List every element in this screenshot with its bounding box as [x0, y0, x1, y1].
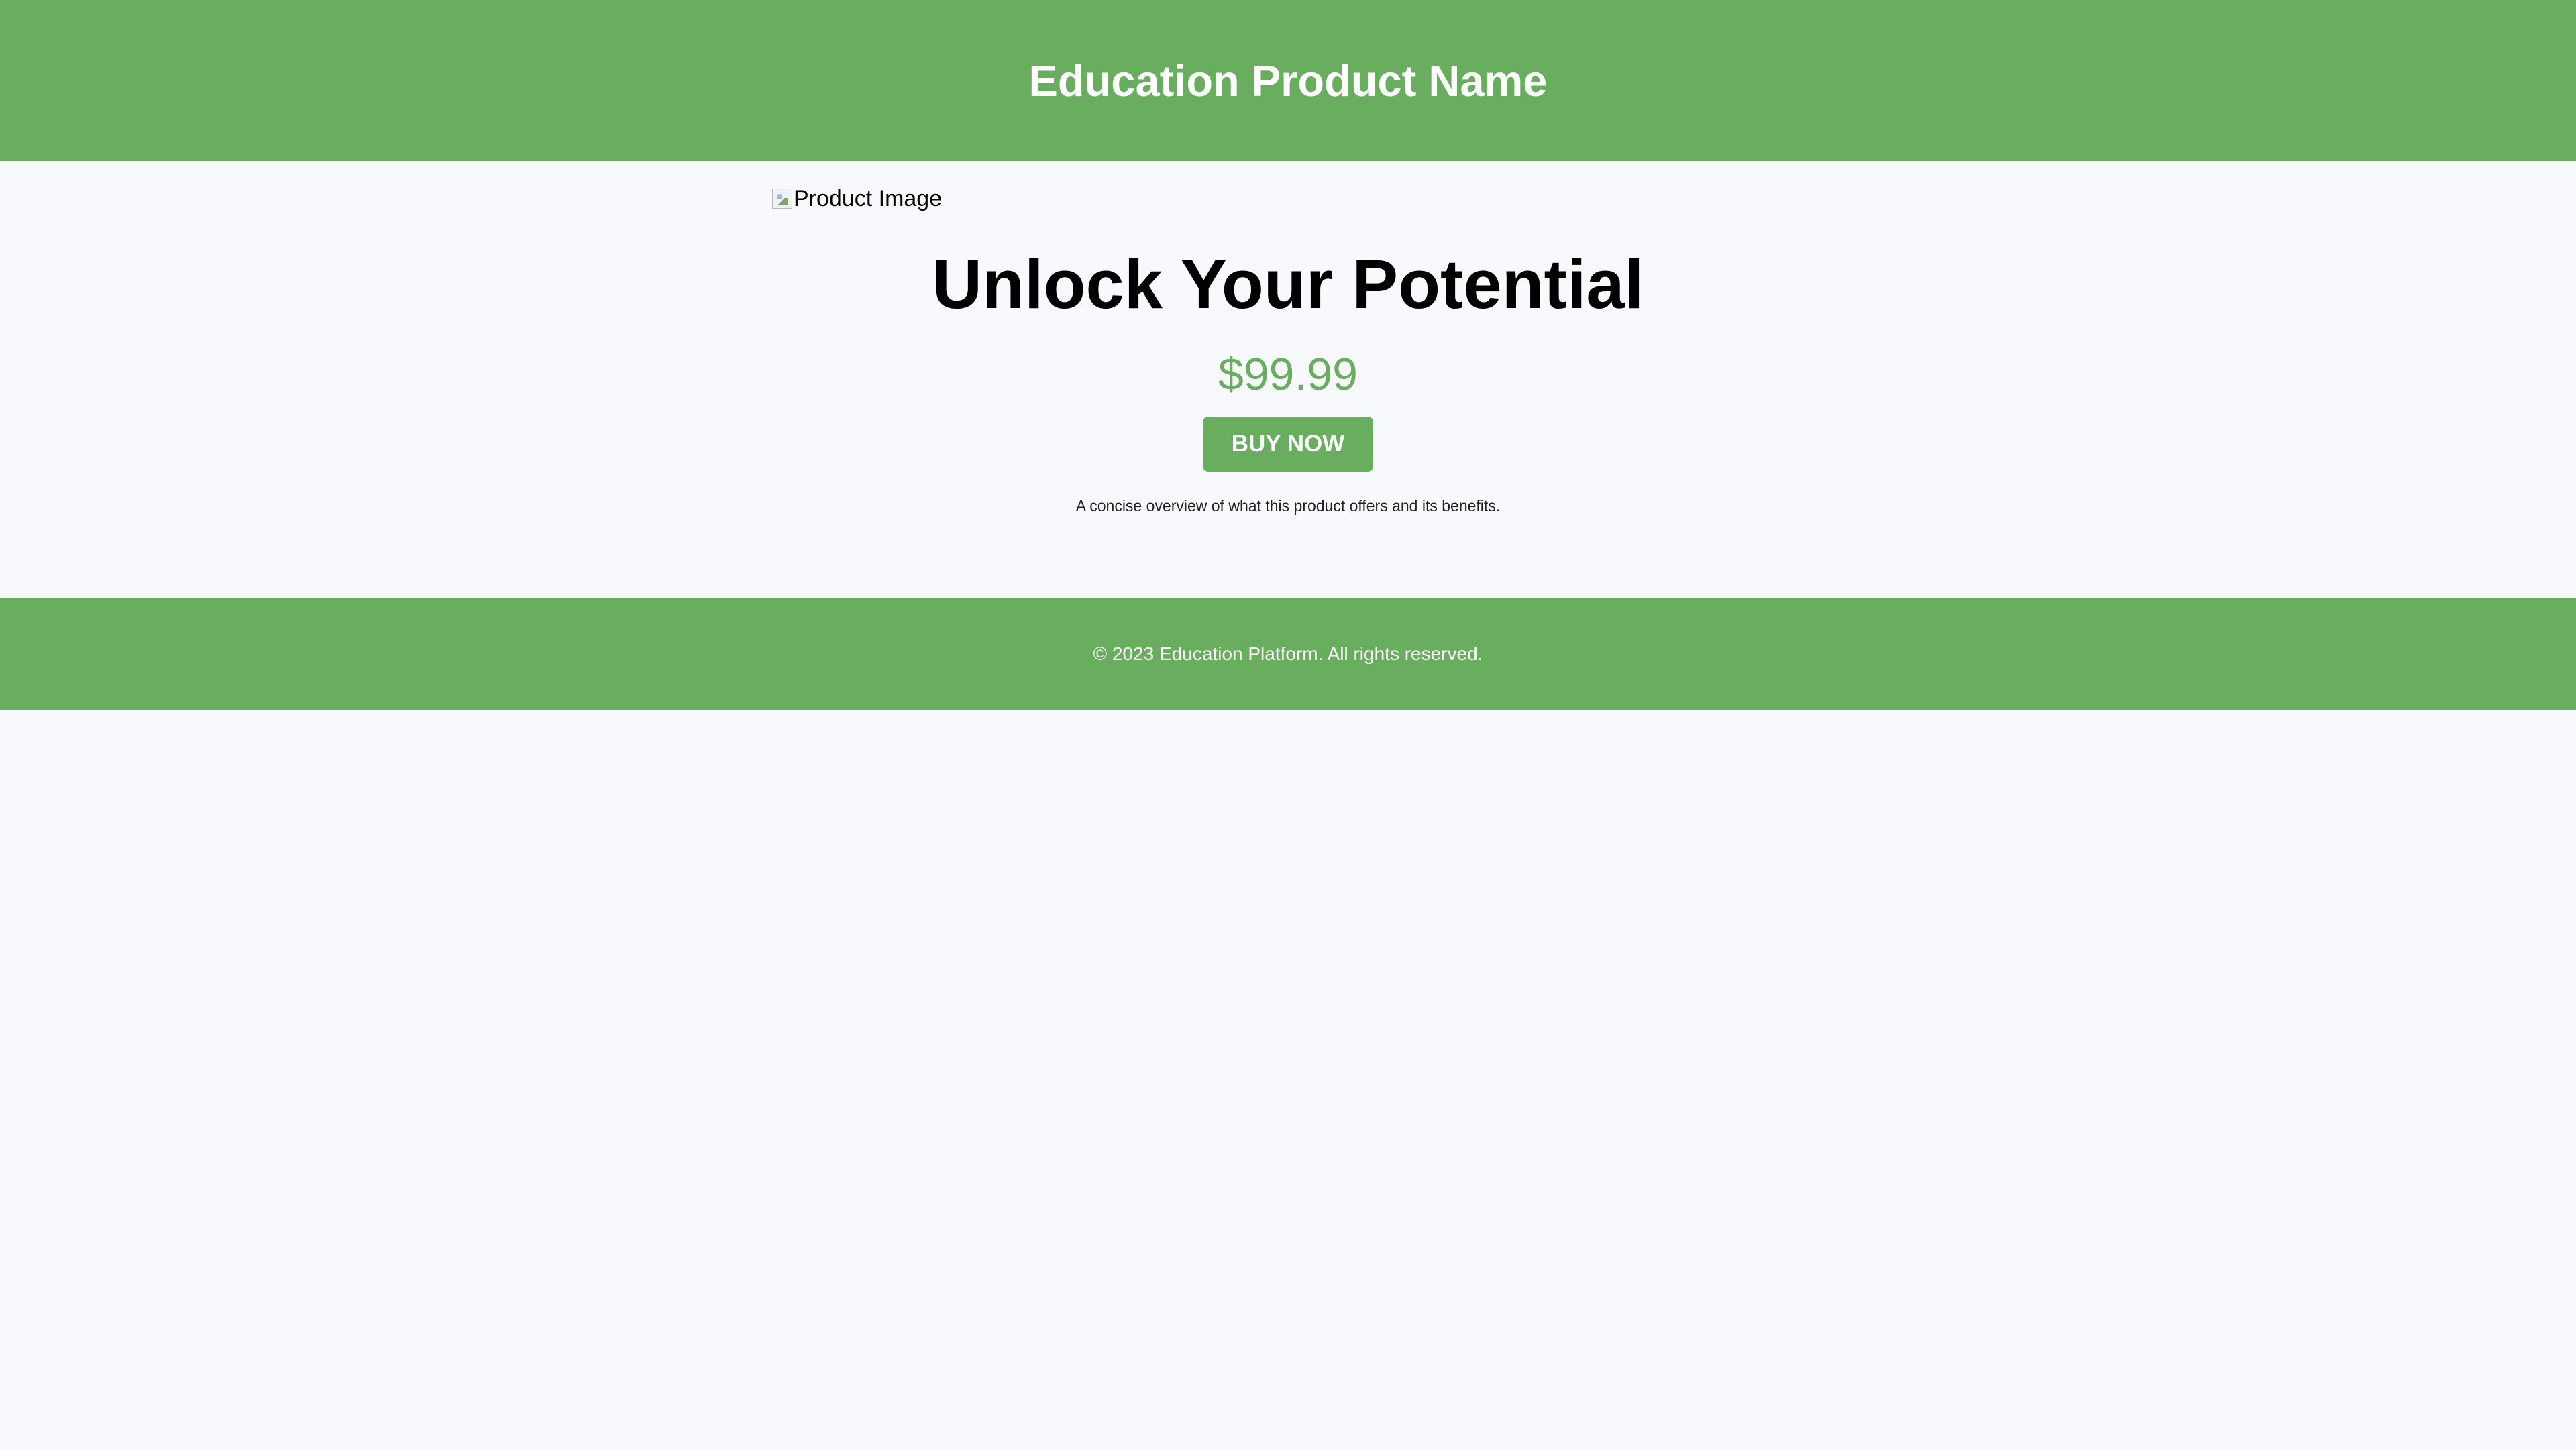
product-price: $99.99 [1218, 349, 1358, 400]
site-footer: © 2023 Education Platform. All rights re… [0, 598, 2576, 710]
product-image-alt-text: Product Image [794, 186, 943, 211]
broken-image-icon [772, 189, 792, 209]
buy-now-button[interactable]: BUY NOW [1203, 417, 1373, 472]
site-header: Education Product Name [0, 0, 2576, 161]
product-name-title: Education Product Name [1028, 56, 1548, 105]
product-image: Product Image [772, 187, 942, 210]
hero-headline: Unlock Your Potential [932, 246, 1644, 323]
product-main: Product Image Unlock Your Potential $99.… [0, 161, 2576, 598]
product-description: A concise overview of what this product … [1075, 497, 1501, 515]
copyright-text: © 2023 Education Platform. All rights re… [1093, 643, 1483, 664]
